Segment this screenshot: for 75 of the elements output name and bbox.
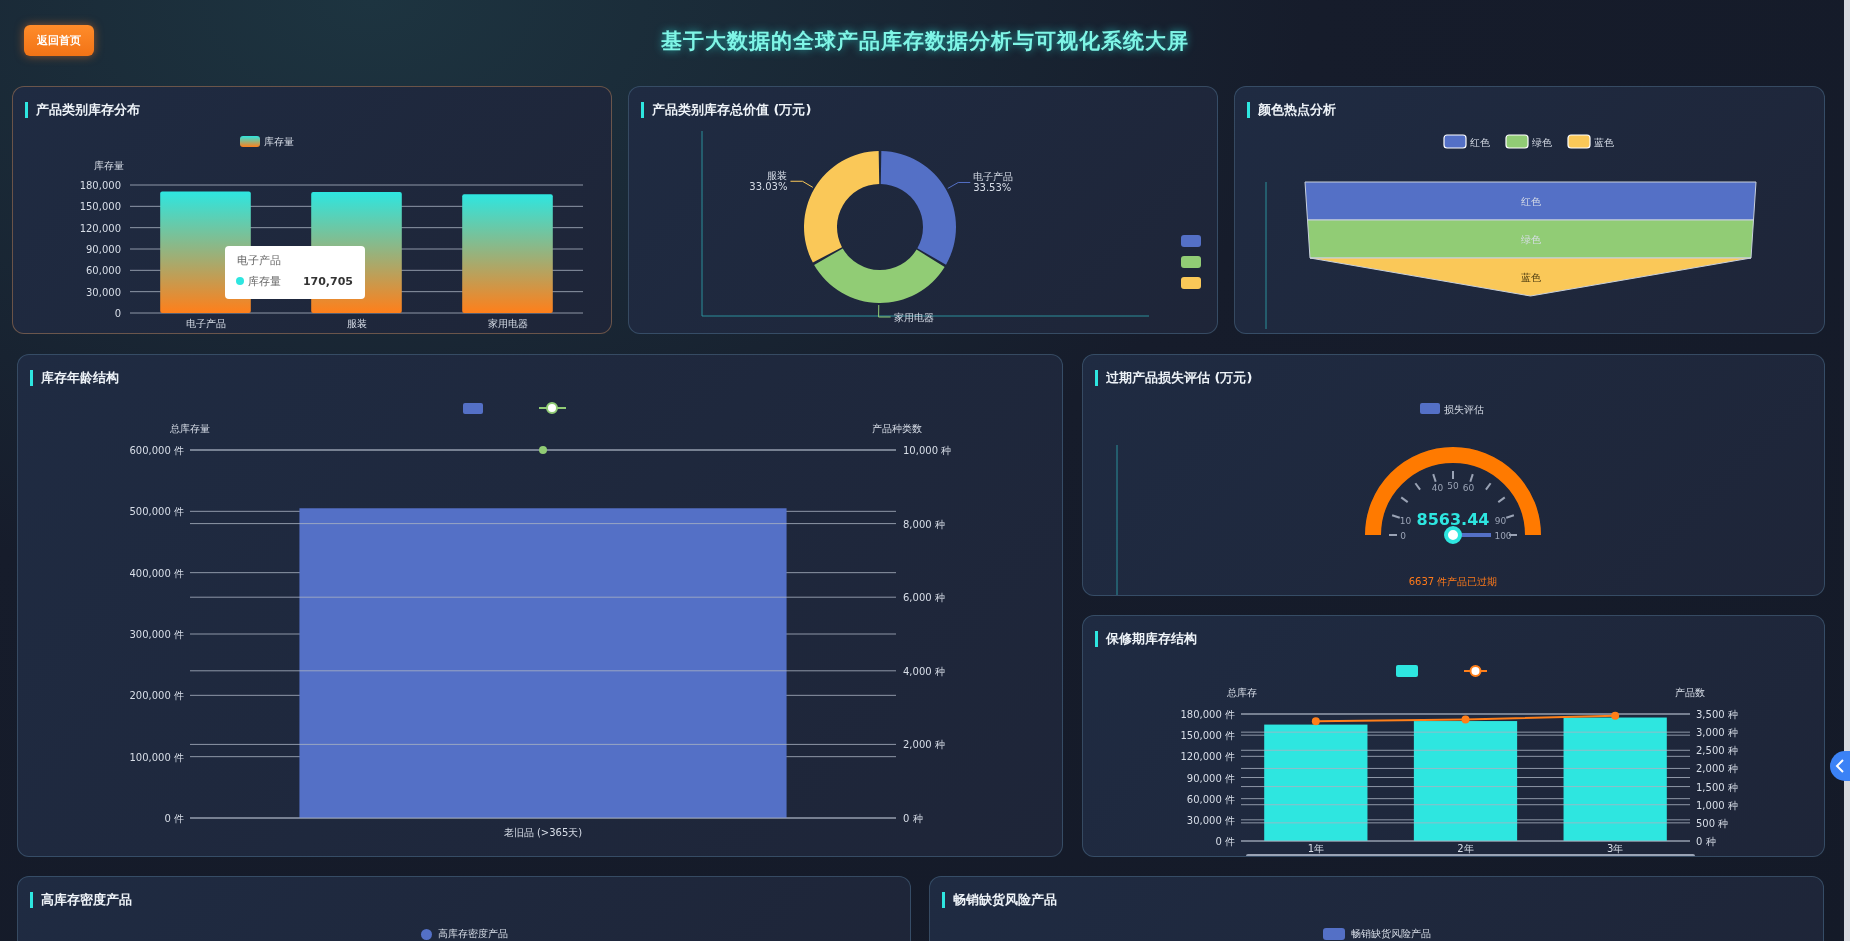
- axis-tick-label: 0 件: [164, 813, 184, 824]
- gauge-scale-label: 40: [1431, 483, 1444, 494]
- axis-tick-label: 4,000 种: [903, 665, 945, 677]
- tooltip-series: 库存量: [248, 275, 281, 288]
- axis-tick-label: 180,000: [79, 180, 121, 191]
- tooltip-title: 电子产品: [237, 254, 281, 267]
- axis-tick-label: 2,500 种: [1696, 745, 1738, 757]
- panel-title: 保修期库存结构: [1095, 631, 1197, 647]
- category-label: 3年: [1607, 843, 1624, 854]
- slice-percent: 33.53%: [973, 182, 1012, 194]
- axis-tick-label: 0: [114, 308, 121, 319]
- panel-title: 产品类别库存分布: [25, 102, 140, 118]
- axis-tick-label: 2,000 种: [1696, 763, 1738, 775]
- funnel-label: 蓝色: [1520, 272, 1541, 283]
- axis-tick-label: 0 件: [1215, 836, 1235, 847]
- axis-tick-label: 120,000 件: [1180, 751, 1235, 763]
- axis-tick-label: 500,000 件: [129, 506, 184, 518]
- dashboard-title: 基于大数据的全球产品库存数据分析与可视化系统大屏: [661, 28, 1189, 55]
- axis-tick-label: 600,000 件: [129, 445, 184, 456]
- gauge-scale-label: 50: [1447, 481, 1459, 491]
- axis-tick-label: 30,000 件: [1186, 814, 1235, 826]
- gauge-scale-label: 10: [1399, 515, 1412, 526]
- expired-note: 6637 件产品已过期: [1408, 576, 1498, 587]
- panel-title: 高库存密度产品: [30, 892, 132, 908]
- axis-tick-label: 300,000 件: [129, 629, 184, 640]
- axis-tick-label: 200,000 件: [129, 690, 184, 702]
- panel-title: 库存年龄结构: [30, 370, 119, 386]
- axis-tick-label: 1,000 种: [1696, 799, 1738, 811]
- axis-tick-label: 0 种: [903, 813, 923, 824]
- axis-tick-label: 120,000: [79, 222, 121, 234]
- axis-tick-label: 6,000 种: [903, 592, 945, 604]
- axis-tick-label: 8,000 种: [903, 518, 945, 530]
- axis-tick-label: 180,000 件: [1180, 709, 1235, 720]
- funnel-label: 绿色: [1520, 234, 1541, 245]
- axis-tick-label: 10,000 种: [903, 445, 952, 456]
- axis-tick-label: 2,000 种: [903, 739, 945, 751]
- axis-title: 产品种类数: [872, 423, 922, 434]
- category-label: 家用电器: [487, 318, 528, 329]
- axis-tick-label: 500 种: [1696, 817, 1729, 829]
- axis-tick-label: 60,000: [86, 265, 121, 277]
- tooltip-value: 170,705: [302, 275, 353, 288]
- axis-tick-label: 30,000: [86, 286, 121, 298]
- category-label: 电子产品: [185, 318, 226, 329]
- category-label: 1年: [1307, 843, 1324, 854]
- slice-label: 电子产品: [973, 171, 1014, 183]
- axis-title: 产品数: [1675, 687, 1705, 698]
- gauge-value: 8563.44: [1416, 510, 1490, 529]
- axis-tick-label: 3,000 种: [1696, 727, 1738, 739]
- funnel-label: 红色: [1520, 196, 1541, 207]
- axis-tick-label: 150,000 件: [1180, 730, 1235, 742]
- axis-tick-label: 1,500 种: [1696, 781, 1738, 793]
- axis-title: 总库存量: [170, 423, 210, 434]
- axis-tick-label: 400,000 件: [129, 567, 184, 579]
- gauge-scale-label: 90: [1494, 515, 1507, 526]
- panel-title: 颜色热点分析: [1247, 102, 1336, 118]
- category-label: 服装: [346, 318, 367, 329]
- category-label: 老旧品 (>365天): [503, 827, 583, 838]
- category-label: 2年: [1457, 843, 1474, 854]
- gauge-scale-label: 0: [1400, 531, 1406, 541]
- gauge-scale-label: 60: [1462, 483, 1475, 494]
- axis-tick-label: 90,000 件: [1186, 772, 1235, 784]
- panel-title: 过期产品损失评估 (万元): [1095, 370, 1253, 386]
- axis-tick-label: 0 种: [1696, 836, 1716, 847]
- axis-tick-label: 60,000 件: [1186, 793, 1235, 805]
- axis-title: 总库存: [1227, 687, 1257, 698]
- panel-title: 产品类别库存总价值 (万元): [641, 102, 812, 118]
- axis-tick-label: 90,000: [86, 244, 121, 255]
- axis-tick-label: 3,500 种: [1696, 709, 1738, 720]
- panel-title: 畅销缺货风险产品: [942, 892, 1057, 908]
- slice-label: 家用电器: [893, 312, 934, 323]
- axis-tick-label: 150,000: [79, 201, 121, 213]
- slice-percent: 33.03%: [749, 181, 788, 193]
- axis-title: 库存量: [94, 160, 124, 171]
- slice-label: 服装: [767, 170, 788, 182]
- axis-tick-label: 100,000 件: [129, 751, 184, 763]
